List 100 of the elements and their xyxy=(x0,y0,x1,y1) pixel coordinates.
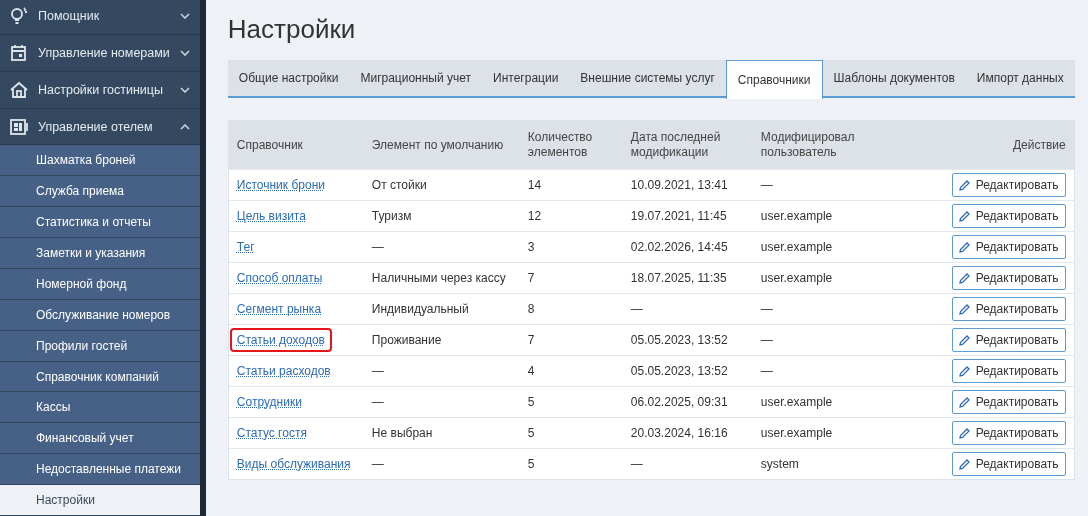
sidebar-group[interactable]: Управление отелем xyxy=(0,108,200,146)
table-cell-text: 05.05.2023, 13:52 xyxy=(630,333,729,347)
table-cell-text: Туризм xyxy=(371,209,413,223)
pencil-icon xyxy=(958,210,970,222)
pencil-icon xyxy=(958,241,970,253)
pencil-icon xyxy=(958,272,970,284)
directory-link[interactable]: Сотрудники xyxy=(229,390,309,414)
pencil-icon xyxy=(958,303,970,315)
edit-button[interactable]: Редактировать xyxy=(951,452,1066,476)
directory-link[interactable]: Сегмент рынка xyxy=(229,297,329,321)
tab[interactable]: Миграционный учет xyxy=(349,60,483,96)
table-cell-text: user.example xyxy=(760,395,834,409)
sidebar-item[interactable]: Обслуживание номеров xyxy=(0,299,200,331)
edit-button[interactable]: Редактировать xyxy=(951,297,1066,321)
directory-link[interactable]: Источник брони xyxy=(229,173,332,197)
tab[interactable]: Общие настройки xyxy=(227,60,350,96)
directory-link[interactable]: Виды обслуживания xyxy=(229,452,358,476)
tab[interactable]: Внешние системы услуг xyxy=(569,60,726,96)
table-cell-text: 14 xyxy=(527,178,543,192)
table-cell-text: 5 xyxy=(527,457,536,471)
table-cell-text: Не выбран xyxy=(371,426,434,440)
table-cell-text: Наличными через кассу xyxy=(371,271,507,285)
sidebar-item[interactable]: Служба приема xyxy=(0,176,200,208)
directory-link[interactable]: Тег xyxy=(229,235,262,259)
sidebar-item[interactable]: Шахматка броней xyxy=(0,145,200,177)
edit-button[interactable]: Редактировать xyxy=(951,328,1066,352)
edit-button[interactable]: Редактировать xyxy=(951,390,1066,414)
table-cell-text: — xyxy=(371,395,385,409)
table-cell-text: 02.02.2026, 14:45 xyxy=(630,240,729,254)
tab[interactable]: Импорт данных xyxy=(965,60,1075,96)
sidebar-item[interactable]: Статистика и отчеты xyxy=(0,207,200,239)
dashboard-icon xyxy=(10,117,28,136)
table-cell-text: 7 xyxy=(527,271,536,285)
column-header: Количество элементов xyxy=(527,130,594,160)
table-cell-text: 4 xyxy=(527,364,536,378)
sidebar-item[interactable]: Профили гостей xyxy=(0,330,200,362)
page-title: Настройки xyxy=(227,14,357,46)
table-cell-text: — xyxy=(371,240,385,254)
chevron-icon xyxy=(179,123,190,130)
table-cell-text: — xyxy=(760,364,774,378)
table-cell-text: 19.07.2021, 11:45 xyxy=(630,209,728,223)
table-cell-text: 8 xyxy=(527,302,536,316)
chevron-icon xyxy=(179,49,190,56)
table-cell-text: user.example xyxy=(760,240,834,254)
edit-button[interactable]: Редактировать xyxy=(951,421,1066,445)
sidebar-item[interactable]: Справочник компаний xyxy=(0,361,200,393)
table-cell-text: — xyxy=(630,302,644,316)
column-header: Справочник xyxy=(236,137,304,153)
column-header: Действие xyxy=(1011,137,1067,153)
sidebar-group[interactable]: Настройки гостиницы xyxy=(0,71,200,109)
edit-button[interactable]: Редактировать xyxy=(951,359,1066,383)
sidebar-item[interactable]: Настройки xyxy=(0,485,200,516)
table-cell-text: — xyxy=(760,178,774,192)
sidebar-item[interactable]: Финансовый учет xyxy=(0,423,200,455)
edit-button[interactable]: Редактировать xyxy=(951,235,1066,259)
sidebar-item[interactable]: Недоставленные платежи xyxy=(0,454,200,486)
pencil-icon xyxy=(958,427,970,439)
table-cell-text: user.example xyxy=(760,426,834,440)
table-cell-text: 18.07.2025, 11:35 xyxy=(630,271,728,285)
edit-button[interactable]: Редактировать xyxy=(951,173,1066,197)
table-cell-text: 7 xyxy=(527,333,536,347)
house-icon xyxy=(10,80,28,99)
table-cell-text: Индивидуальный xyxy=(371,302,470,316)
sidebar-group[interactable]: Управление номерами xyxy=(0,34,200,72)
directory-link[interactable]: Цель визита xyxy=(229,204,313,228)
table-cell-text: user.example xyxy=(760,209,834,223)
table-cell-text: system xyxy=(760,457,800,471)
table-cell-text: 05.05.2023, 13:52 xyxy=(630,364,729,378)
directory-link[interactable]: Способ оплаты xyxy=(229,266,330,290)
tab[interactable]: Шаблоны документов xyxy=(822,60,966,96)
table-cell-text: — xyxy=(371,457,385,471)
pencil-icon xyxy=(958,458,970,470)
tab[interactable]: Справочники xyxy=(725,60,823,99)
chevron-icon xyxy=(179,86,190,93)
pencil-icon xyxy=(958,365,970,377)
sidebar-item[interactable]: Кассы xyxy=(0,392,200,424)
table-cell-text: 5 xyxy=(527,395,536,409)
directory-link[interactable]: Статьи расходов xyxy=(229,359,338,383)
edit-button[interactable]: Редактировать xyxy=(951,204,1066,228)
directory-link[interactable]: Статус гостя xyxy=(229,421,314,445)
table-cell-text: — xyxy=(760,302,774,316)
table-cell-text: 12 xyxy=(527,209,543,223)
tab[interactable]: Интеграции xyxy=(482,60,570,96)
directory-link[interactable]: Статьи доходов xyxy=(229,328,332,352)
column-header: Модифицировал пользователь xyxy=(760,130,856,160)
sidebar-group[interactable]: Помощник xyxy=(0,0,200,35)
table-cell-text: — xyxy=(371,364,385,378)
table-cell-text: 06.02.2025, 09:31 xyxy=(630,395,729,409)
sidebar-item[interactable]: Заметки и указания xyxy=(0,238,200,269)
table-cell-text: 20.03.2024, 16:16 xyxy=(630,426,729,440)
edit-button[interactable]: Редактировать xyxy=(951,266,1066,290)
lightbulb-icon xyxy=(10,6,28,25)
table-cell-text: 10.09.2021, 13:41 xyxy=(630,178,729,192)
sidebar-item[interactable]: Номерной фонд xyxy=(0,268,200,300)
pencil-icon xyxy=(958,179,970,191)
table-cell-text: — xyxy=(760,333,774,347)
table-cell-text: — xyxy=(630,457,644,471)
column-header: Элемент по умолчанию xyxy=(371,137,505,153)
table-cell-text: 5 xyxy=(527,426,536,440)
table-cell-text: user.example xyxy=(760,271,834,285)
